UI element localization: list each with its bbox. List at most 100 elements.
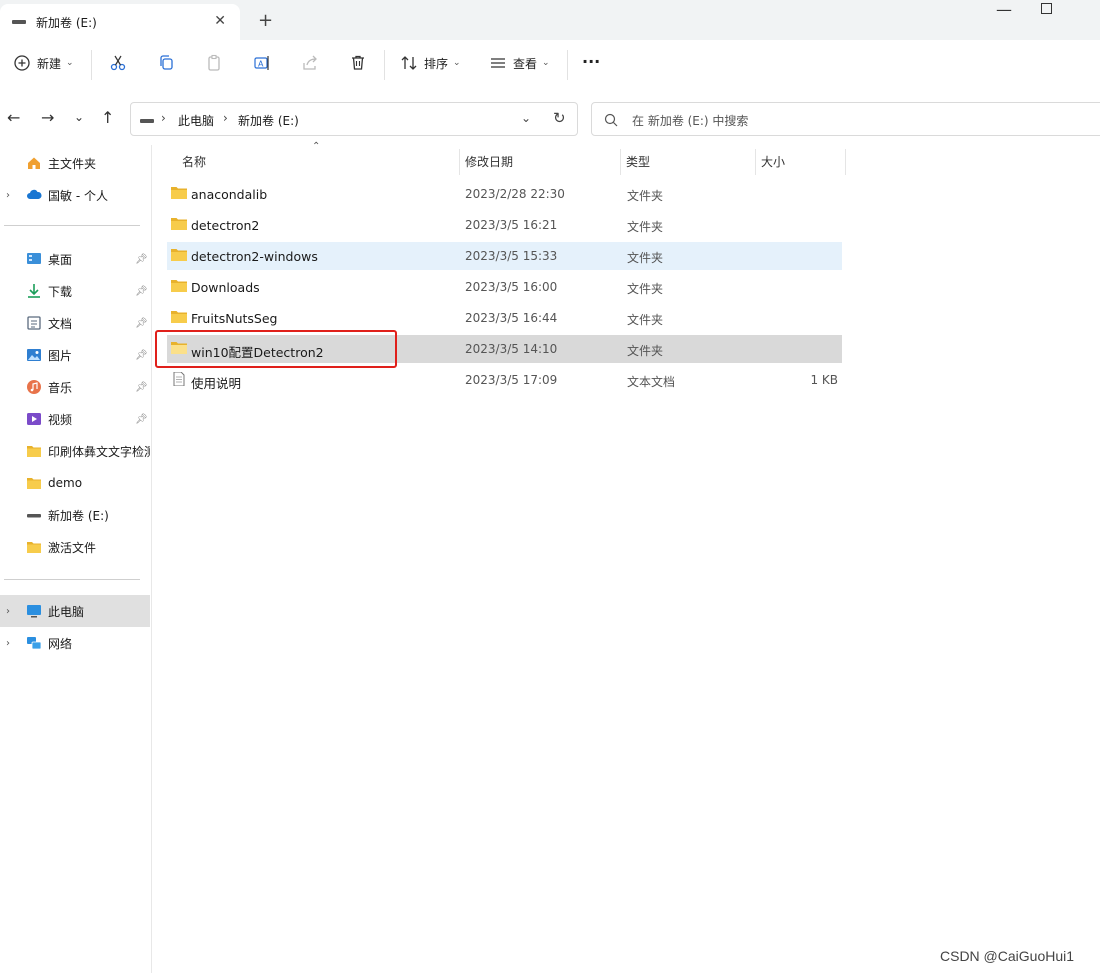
table-row[interactable]: FruitsNutsSeg 2023/3/5 16:44 文件夹	[167, 304, 842, 332]
column-header-date[interactable]: 修改日期	[465, 145, 513, 177]
sidebar-item-pictures[interactable]: 图片 📌︎	[0, 339, 150, 371]
pin-icon: 📌︎	[135, 349, 148, 361]
maximize-button[interactable]	[1041, 3, 1052, 14]
table-row[interactable]: detectron2-windows 2023/3/5 15:33 文件夹	[167, 242, 842, 270]
drive-icon	[12, 20, 26, 24]
forward-arrow-icon[interactable]: →	[41, 108, 54, 127]
column-divider[interactable]	[459, 149, 460, 175]
folder-icon	[171, 187, 187, 199]
file-date: 2023/3/5 16:21	[465, 218, 558, 232]
drive-icon	[140, 119, 154, 123]
address-bar[interactable]: › 此电脑 › 新加卷 (E:) ⌄ ↻	[130, 102, 578, 136]
table-row[interactable]: Downloads 2023/3/5 16:00 文件夹	[167, 273, 842, 301]
sidebar-item-home[interactable]: 主文件夹	[0, 147, 150, 179]
file-type: 文件夹	[627, 189, 664, 203]
minimize-button[interactable]: —	[996, 0, 1012, 19]
back-arrow-icon[interactable]: ←	[7, 108, 20, 127]
rename-button[interactable]: A	[253, 54, 271, 72]
chevron-down-icon: ⌄	[542, 58, 550, 68]
chevron-down-icon: ⌄	[453, 58, 461, 68]
table-row[interactable]: anacondalib 2023/2/28 22:30 文件夹	[167, 180, 842, 208]
column-divider[interactable]	[755, 149, 756, 175]
sort-ascending-icon: ⌃	[312, 141, 321, 152]
breadcrumb-this-pc[interactable]: 此电脑	[178, 112, 214, 129]
new-tab-button[interactable]: +	[258, 10, 273, 31]
home-icon	[28, 157, 40, 169]
breadcrumb-new-volume[interactable]: 新加卷 (E:)	[238, 112, 299, 129]
new-button[interactable]: 新建 ⌄	[13, 54, 74, 72]
column-header-type[interactable]: 类型	[626, 145, 650, 177]
svg-text:A: A	[258, 60, 264, 69]
pin-icon: 📌︎	[135, 285, 148, 297]
share-button[interactable]	[301, 54, 319, 72]
expand-chevron-icon[interactable]: ›	[6, 606, 10, 617]
scissors-icon	[110, 55, 126, 71]
table-row[interactable]: 使用说明 2023/3/5 17:09 文本文档 1 KB	[167, 366, 842, 394]
search-input[interactable]: 在 新加卷 (E:) 中搜索	[591, 102, 1100, 136]
column-header-name[interactable]: 名称	[182, 145, 206, 177]
paste-icon	[208, 54, 220, 71]
command-bar: 新建 ⌄ A 排序 ⌄ 查看 ⌄ ···	[0, 40, 1100, 90]
sidebar-item-activation-files[interactable]: 激活文件	[0, 531, 150, 563]
sidebar-item-new-volume[interactable]: 新加卷 (E:)	[0, 499, 150, 531]
download-icon	[28, 284, 40, 298]
delete-button[interactable]	[349, 54, 367, 72]
pin-icon: 📌︎	[135, 413, 148, 425]
search-icon	[604, 113, 618, 127]
sidebar-item-demo[interactable]: demo	[0, 467, 150, 499]
sidebar-item-label: 网络	[48, 636, 73, 651]
table-row[interactable]: win10配置Detectron2 2023/3/5 14:10 文件夹	[167, 335, 842, 363]
cut-button[interactable]	[109, 54, 127, 72]
file-name: 使用说明	[191, 376, 242, 391]
text-file-icon	[173, 372, 185, 386]
sidebar-item-onedrive[interactable]: › 国敏 - 个人	[0, 179, 150, 211]
file-date: 2023/3/5 17:09	[465, 373, 558, 387]
sidebar-item-documents[interactable]: 文档 📌︎	[0, 307, 150, 339]
music-icon	[27, 380, 41, 394]
sidebar-item-yi-text-detection[interactable]: 印刷体彝文文字检测	[0, 435, 150, 467]
tab-new-volume[interactable]: 新加卷 (E:) ✕	[0, 4, 240, 40]
folder-icon	[27, 478, 41, 489]
pin-icon: 📌︎	[135, 317, 148, 329]
file-name: Downloads	[191, 280, 260, 295]
column-header-size[interactable]: 大小	[761, 145, 785, 177]
sidebar-item-label: 国敏 - 个人	[48, 188, 108, 203]
sort-button[interactable]: 排序 ⌄	[400, 54, 461, 72]
plus-circle-icon	[14, 55, 30, 71]
picture-icon	[27, 349, 41, 361]
toolbar-divider	[91, 50, 92, 80]
up-arrow-icon[interactable]: ↑	[101, 108, 114, 127]
sidebar-item-downloads[interactable]: 下载 📌︎	[0, 275, 150, 307]
sidebar-item-this-pc[interactable]: › 此电脑	[0, 595, 150, 627]
watermark-text: CSDN @CaiGuoHui1	[940, 948, 1075, 964]
sidebar-divider	[4, 225, 140, 226]
file-name: detectron2-windows	[191, 249, 318, 264]
file-type: 文件夹	[627, 220, 664, 234]
file-date: 2023/3/5 16:00	[465, 280, 558, 294]
sidebar-item-music[interactable]: 音乐 📌︎	[0, 371, 150, 403]
sidebar-item-network[interactable]: › 网络	[0, 627, 150, 659]
view-button[interactable]: 查看 ⌄	[489, 54, 550, 72]
view-list-icon	[491, 58, 505, 68]
paste-button[interactable]	[205, 54, 223, 72]
expand-chevron-icon[interactable]: ›	[6, 190, 10, 201]
copy-button[interactable]	[157, 54, 175, 72]
recent-locations-chevron-icon[interactable]: ⌄	[74, 110, 84, 124]
sort-button-label: 排序	[424, 56, 449, 71]
table-row[interactable]: detectron2 2023/3/5 16:21 文件夹	[167, 211, 842, 239]
more-options-button[interactable]: ···	[582, 52, 600, 71]
sort-icon	[401, 56, 417, 70]
folder-icon	[171, 280, 187, 292]
refresh-icon[interactable]: ↻	[553, 109, 566, 127]
column-divider[interactable]	[845, 149, 846, 175]
folder-icon	[171, 218, 187, 230]
expand-chevron-icon[interactable]: ›	[6, 638, 10, 649]
file-type: 文本文档	[627, 375, 676, 389]
file-date: 2023/3/5 16:44	[465, 311, 558, 325]
column-divider[interactable]	[620, 149, 621, 175]
close-tab-icon[interactable]: ✕	[214, 13, 226, 29]
address-history-chevron-icon[interactable]: ⌄	[521, 111, 531, 125]
folder-icon	[171, 311, 187, 323]
sidebar-item-desktop[interactable]: 桌面 📌︎	[0, 243, 150, 275]
sidebar-item-videos[interactable]: 视频 📌︎	[0, 403, 150, 435]
